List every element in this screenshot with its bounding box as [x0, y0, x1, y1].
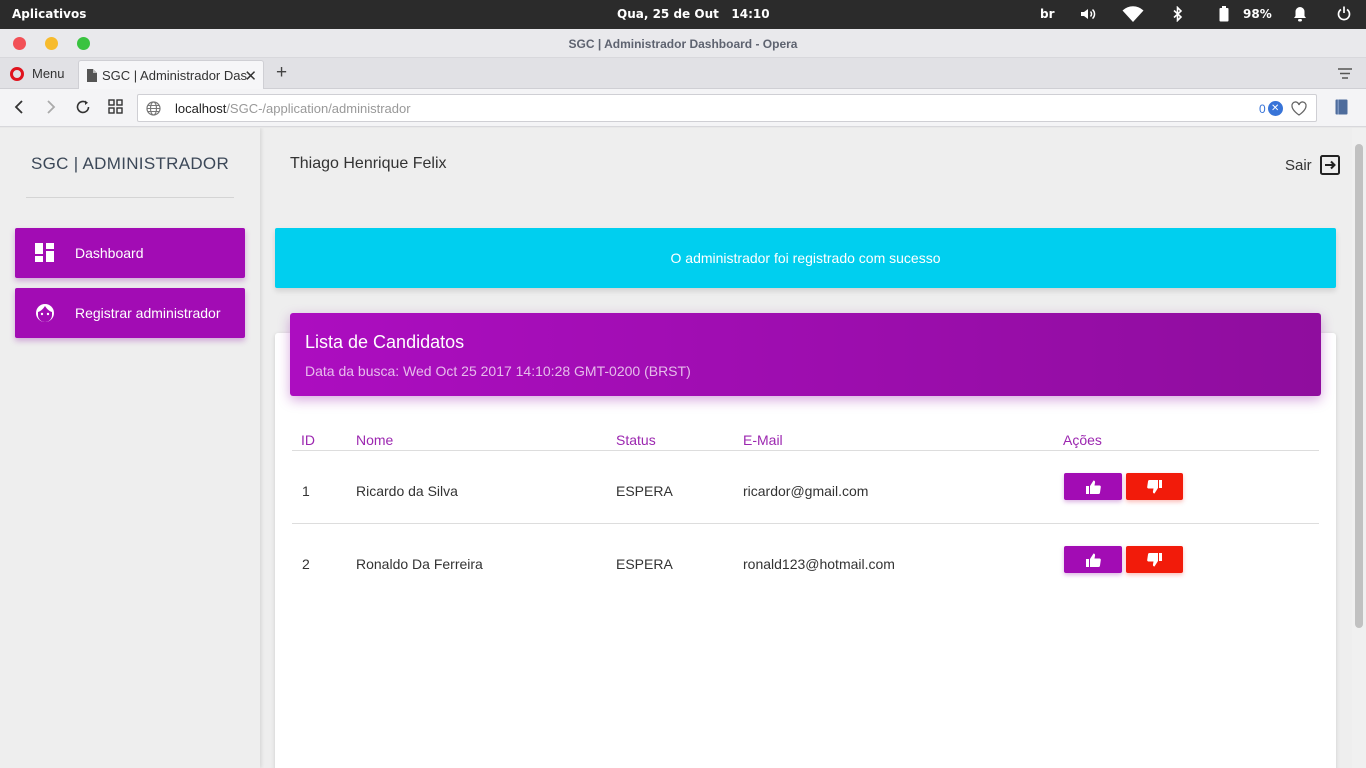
power-icon[interactable]	[1337, 6, 1351, 24]
heart-icon[interactable]	[1291, 101, 1307, 121]
web-page: SGC | ADMINISTRADOR Dashboard Registrar …	[0, 128, 1352, 768]
candidates-card: Lista de Candidatos Data da busca: Wed O…	[275, 313, 1336, 768]
reject-button[interactable]	[1126, 473, 1183, 500]
tab-title: SGC | Administrador Dashboard	[102, 68, 247, 83]
dashboard-icon	[35, 243, 54, 265]
sidebar-item-label: Registrar administrador	[75, 305, 221, 321]
ad-block-shield-icon: ✕	[1267, 101, 1283, 116]
exit-icon	[1319, 155, 1340, 175]
sidebar-item-register-admin[interactable]: Registrar administrador	[15, 288, 245, 338]
row-divider	[292, 523, 1319, 524]
cell-email: ricardor@gmail.com	[743, 483, 869, 499]
document-icon	[87, 69, 97, 87]
keyboard-layout-indicator[interactable]: br	[1040, 7, 1055, 21]
ad-blocker-badge[interactable]: 0 ✕	[1259, 101, 1283, 116]
column-header-name: Nome	[356, 432, 394, 448]
column-header-id: ID	[301, 432, 315, 448]
approve-button[interactable]	[1064, 473, 1122, 500]
scrollbar-thumb[interactable]	[1355, 144, 1363, 628]
success-alert: O administrador foi registrado com suces…	[275, 228, 1336, 288]
card-title: Lista de Candidatos	[305, 332, 465, 352]
browser-tab[interactable]: SGC | Administrador Dashboard ✕	[78, 60, 264, 89]
battery-percentage: 98%	[1243, 7, 1272, 21]
cell-name: Ricardo da Silva	[356, 483, 458, 499]
sidebar: SGC | ADMINISTRADOR Dashboard Registrar …	[0, 128, 260, 768]
column-header-status: Status	[616, 432, 656, 448]
clock[interactable]: Qua, 25 de Out 14:10	[617, 7, 770, 21]
blocked-count: 0	[1259, 101, 1266, 116]
column-header-email: E-Mail	[743, 432, 783, 448]
face-icon	[35, 303, 55, 326]
forward-icon[interactable]	[45, 99, 57, 120]
logout-button[interactable]: Sair	[1285, 155, 1340, 175]
volume-icon[interactable]	[1080, 6, 1096, 25]
close-tab-icon[interactable]: ✕	[244, 67, 257, 85]
url-text: localhost/SGC-/application/administrador	[175, 101, 411, 116]
globe-icon	[146, 101, 161, 121]
browser-title-bar: SGC | Administrador Dashboard - Opera	[0, 29, 1366, 58]
speed-dial-icon[interactable]	[108, 99, 123, 119]
cell-email: ronald123@hotmail.com	[743, 556, 895, 572]
cell-status: ESPERA	[616, 556, 673, 572]
sidebar-item-label: Dashboard	[75, 245, 144, 261]
bluetooth-icon[interactable]	[1172, 5, 1184, 25]
column-header-actions: Ações	[1063, 432, 1102, 448]
bookmarks-panel-icon[interactable]	[1335, 99, 1348, 120]
battery-icon[interactable]	[1219, 6, 1229, 25]
menu-label: Menu	[32, 66, 65, 81]
page-scrollbar[interactable]	[1352, 128, 1366, 768]
reject-button[interactable]	[1126, 546, 1183, 573]
back-icon[interactable]	[13, 99, 25, 120]
thumbs-down-icon	[1147, 552, 1162, 566]
window-title: SGC | Administrador Dashboard - Opera	[568, 37, 798, 51]
sidebar-item-dashboard[interactable]: Dashboard	[15, 228, 245, 278]
logout-label: Sair	[1285, 156, 1312, 174]
url-path: /SGC-/application/administrador	[226, 101, 411, 116]
thumbs-up-icon	[1085, 553, 1101, 567]
logged-user-name: Thiago Henrique Felix	[290, 155, 447, 172]
notifications-bell-icon[interactable]	[1292, 6, 1308, 25]
url-host: localhost	[175, 101, 227, 116]
cell-name: Ronaldo Da Ferreira	[356, 556, 483, 572]
sidebar-divider	[26, 197, 234, 198]
tab-menu-icon[interactable]	[1338, 67, 1352, 85]
table-header-divider	[292, 450, 1319, 451]
opera-menu-button[interactable]: Menu	[10, 66, 65, 81]
navigation-bar: localhost/SGC-/application/administrador…	[0, 89, 1366, 127]
thumbs-up-icon	[1085, 480, 1101, 494]
cell-status: ESPERA	[616, 483, 673, 499]
cell-id: 2	[302, 556, 310, 572]
reload-icon[interactable]	[75, 99, 91, 120]
card-header: Lista de Candidatos Data da busca: Wed O…	[290, 313, 1321, 396]
wifi-icon[interactable]	[1122, 5, 1144, 26]
applications-menu[interactable]: Aplicativos	[12, 7, 86, 21]
opera-logo-icon	[10, 66, 24, 81]
os-top-panel: Aplicativos Qua, 25 de Out 14:10 br 98%	[0, 0, 1366, 29]
address-bar[interactable]: localhost/SGC-/application/administrador…	[137, 94, 1317, 122]
cell-id: 1	[302, 483, 310, 499]
approve-button[interactable]	[1064, 546, 1122, 573]
new-tab-icon[interactable]: +	[276, 62, 287, 84]
card-subtitle: Data da busca: Wed Oct 25 2017 14:10:28 …	[305, 363, 691, 379]
tab-strip: Menu SGC | Administrador Dashboard ✕ +	[0, 58, 1366, 89]
thumbs-down-icon	[1147, 479, 1162, 493]
sidebar-brand[interactable]: SGC | ADMINISTRADOR	[0, 154, 260, 174]
